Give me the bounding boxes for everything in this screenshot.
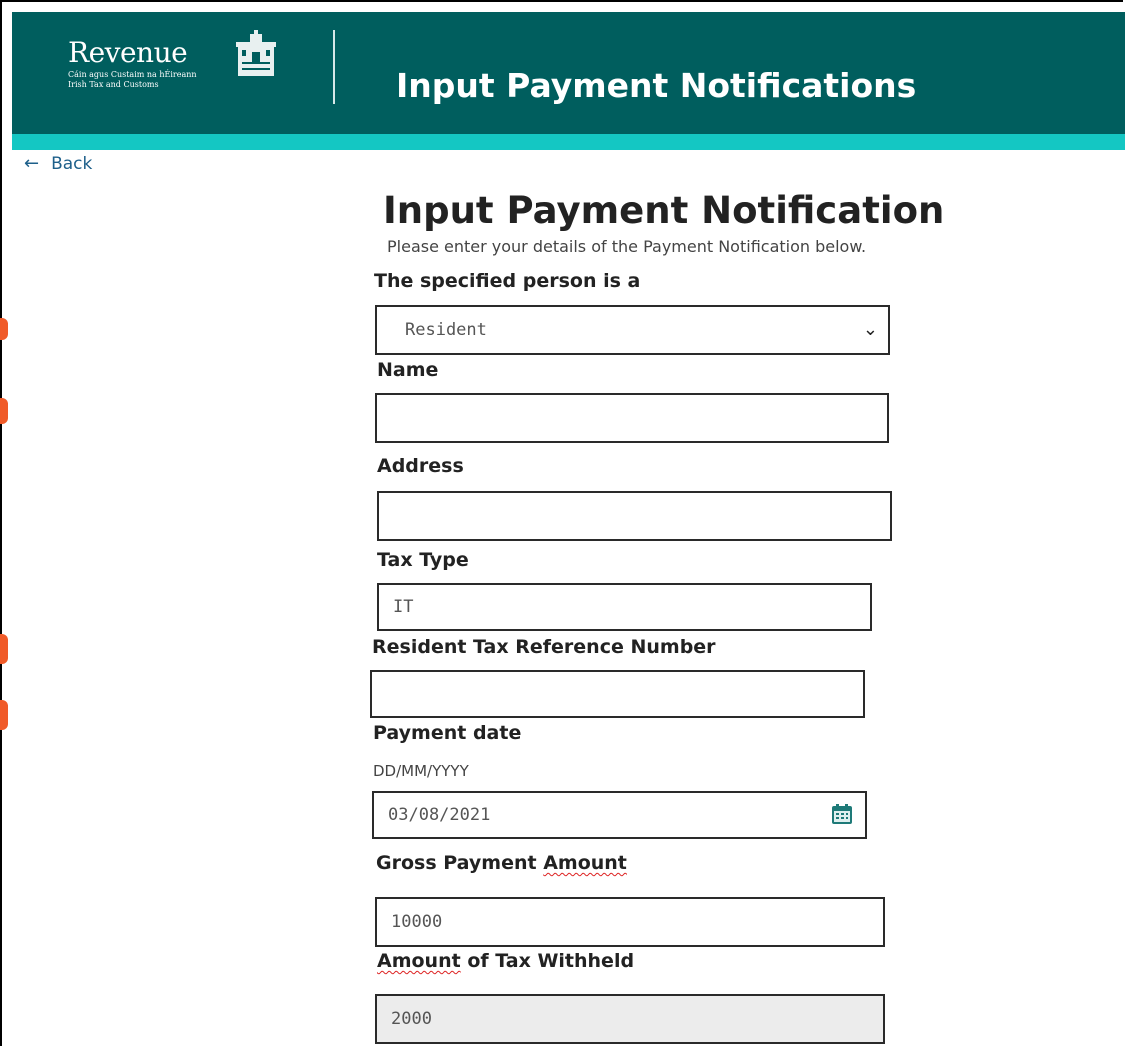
arrow-left-icon: ← — [24, 153, 40, 174]
gross-amount-label-word: Amount — [543, 852, 627, 874]
name-label: Name — [377, 359, 439, 381]
harp-building-logo-icon — [236, 30, 276, 76]
tax-type-label: Tax Type — [377, 549, 469, 571]
payment-date-input[interactable]: 03/08/2021 — [372, 791, 867, 839]
gross-amount-label: Gross Payment Amount — [376, 850, 627, 876]
tax-type-input[interactable]: IT — [377, 583, 872, 631]
payment-date-label: Payment date — [373, 722, 522, 744]
back-label: Back — [51, 154, 93, 174]
page-subtitle: Please enter your details of the Payment… — [387, 237, 867, 256]
calendar-icon[interactable] — [831, 803, 853, 825]
tax-withheld-input: 2000 — [375, 994, 885, 1044]
header-divider — [333, 30, 335, 104]
logo-wordmark: Revenue — [68, 36, 188, 69]
tax-withheld-label: Amount of Tax Withheld — [377, 948, 634, 974]
revenue-logo[interactable]: Revenue Cáin agus Custaim na hÉireann Ir… — [68, 38, 197, 90]
person-type-value: Resident — [405, 320, 487, 340]
edge-accent-mark — [0, 318, 8, 340]
logo-subtitle-english: Irish Tax and Customs — [68, 80, 159, 89]
name-input[interactable] — [375, 393, 889, 443]
person-type-select[interactable]: Resident ⌄ — [375, 305, 890, 355]
back-link[interactable]: ← Back — [24, 152, 92, 176]
tax-withheld-label-word: Amount — [377, 950, 461, 972]
gross-amount-label-pre: Gross Payment — [376, 852, 544, 874]
edge-accent-mark — [0, 634, 8, 664]
edge-accent-mark — [0, 700, 8, 730]
edge-accent-mark — [0, 398, 8, 424]
chevron-down-icon: ⌄ — [862, 319, 878, 340]
tax-ref-label: Resident Tax Reference Number — [372, 636, 716, 658]
page-title: Input Payment Notification — [383, 189, 945, 232]
address-input[interactable] — [377, 491, 892, 541]
payment-date-value: 03/08/2021 — [388, 805, 491, 825]
gross-amount-input[interactable]: 10000 — [375, 897, 885, 947]
address-label: Address — [377, 455, 464, 477]
person-type-label: The specified person is a — [374, 270, 641, 292]
payment-date-format-hint: DD/MM/YYYY — [373, 762, 469, 780]
header-title: Input Payment Notifications — [396, 66, 917, 105]
logo-subtitle-irish: Cáin agus Custaim na hÉireann — [68, 70, 197, 79]
header-accent-stripe — [12, 134, 1125, 150]
tax-ref-input[interactable] — [370, 670, 865, 718]
tax-withheld-label-post: of Tax Withheld — [460, 950, 635, 972]
